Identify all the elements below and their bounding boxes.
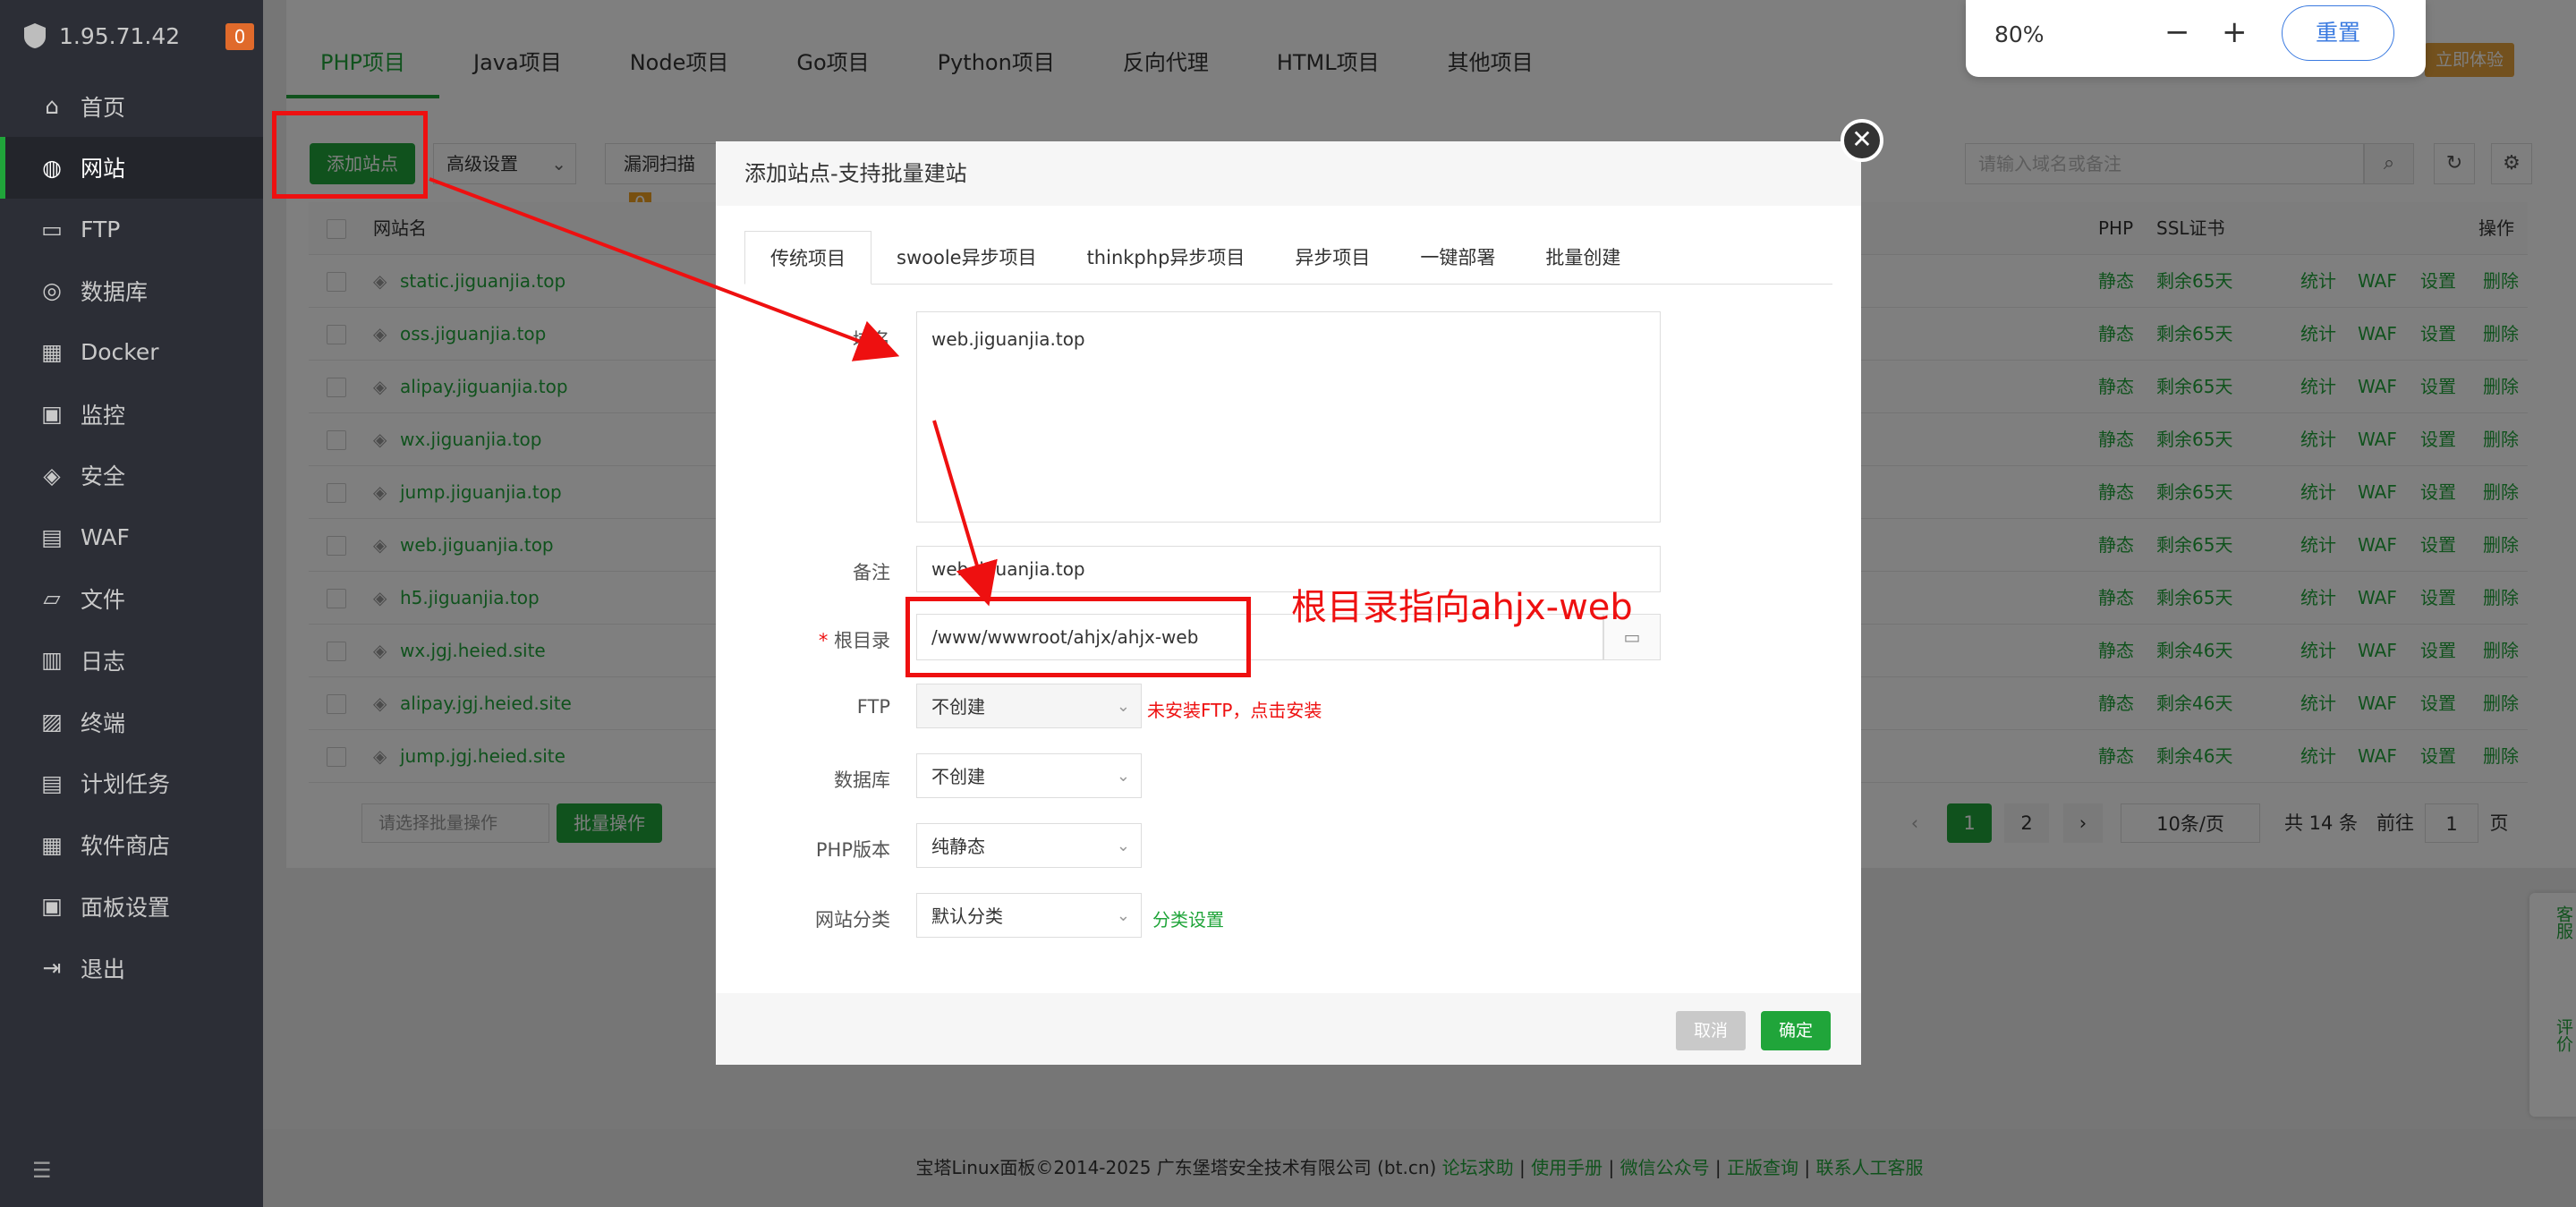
annotation-arrows xyxy=(429,177,998,607)
arrow-to-domain xyxy=(429,177,900,361)
arrow-to-root xyxy=(932,420,998,607)
